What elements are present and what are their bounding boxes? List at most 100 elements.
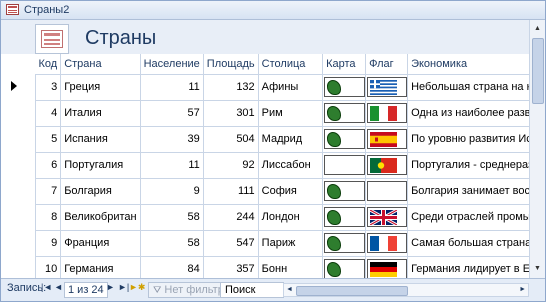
cell-flag[interactable] [365,229,409,257]
cell-country[interactable]: Италия [60,99,141,127]
cell-country[interactable]: Великобритан [60,203,141,231]
table-row[interactable]: 3Греция11132Афины Небольшая страна на юге [34,73,529,101]
cell-capital[interactable]: Лондон [257,203,324,231]
cell-capital[interactable]: Бонн [257,255,324,278]
cell-capital[interactable]: София [257,177,324,205]
cell-code[interactable]: 6 [34,151,62,179]
cell-population[interactable]: 58 [139,229,204,257]
record-position-field[interactable]: 1 из 24 [64,282,108,298]
horizontal-scroll-thumb[interactable] [296,286,408,296]
column-header-capital[interactable]: Столица [258,54,324,74]
cell-map[interactable] [322,177,367,205]
column-header-area[interactable]: Площадь [203,54,259,74]
column-header-code[interactable]: Код [35,54,62,74]
cell-flag[interactable] [365,151,409,179]
france-flag-icon [367,233,407,253]
cell-area[interactable]: 111 [202,177,259,205]
cell-map[interactable] [322,73,367,101]
cell-area[interactable]: 244 [202,203,259,231]
cell-area[interactable]: 547 [202,229,259,257]
column-header-country[interactable]: Страна [60,54,141,74]
scroll-down-icon[interactable]: ▼ [532,262,543,276]
table-row[interactable]: 6 Португалия 11 92 Лиссабон Португалия - сред… [34,151,529,179]
cell-economy[interactable]: Среди отраслей промыш [407,203,529,231]
cell-area[interactable]: 301 [202,99,259,127]
cell-map[interactable] [322,151,367,179]
countries-table: Код Страна Население Площадь Столица Кар… [34,54,529,278]
cell-country[interactable]: Германия [60,255,141,278]
cell-economy[interactable]: Португалия - среднеразв [407,151,529,179]
cell-map[interactable] [322,255,367,278]
cell-code[interactable]: 5 [34,125,62,153]
scroll-thumb[interactable] [532,38,544,104]
cell-population[interactable]: 11 [139,73,204,101]
table-row[interactable]: 8 Великобритан 58 244 Лондон Среди отраслей п… [34,203,529,231]
cell-code[interactable]: 9 [34,229,62,257]
table-row[interactable]: 5Испания39504Мадрид По уровню развития Ис… [34,125,529,153]
horizontal-scrollbar[interactable]: ◄ ► [283,283,529,297]
cell-capital[interactable]: Рим [257,99,324,127]
cell-country[interactable]: Франция [60,229,141,257]
cell-population[interactable]: 11 [139,151,204,179]
cell-country[interactable]: Португалия [60,151,141,179]
column-header-population[interactable]: Население [140,54,204,74]
cell-economy[interactable]: Германия лидирует в Евр [407,255,529,278]
cell-population[interactable]: 9 [139,177,204,205]
cell-economy[interactable]: Самая большая страна За [407,229,529,257]
cell-flag[interactable] [365,73,409,101]
cell-map[interactable] [322,99,367,127]
cell-economy[interactable]: Одна из наиболее разви [407,99,529,127]
cell-flag[interactable] [365,255,409,278]
cell-capital[interactable]: Афины [257,73,324,101]
cell-capital[interactable]: Париж [257,229,324,257]
cell-country[interactable]: Греция [60,73,141,101]
scroll-right-icon[interactable]: ► [519,284,526,296]
cell-code[interactable]: 3 [34,73,62,101]
scroll-up-icon[interactable]: ▲ [532,22,543,36]
cell-code[interactable]: 8 [34,203,62,231]
last-record-icon[interactable]: ►| [118,282,129,292]
column-header-map[interactable]: Карта [322,54,367,74]
cell-flag[interactable] [365,99,409,127]
cell-population[interactable]: 58 [139,203,204,231]
vertical-scrollbar[interactable]: ▲ ▼ [529,20,545,278]
table-row[interactable]: 7 Болгария 9 111 София Болгария занимает вост… [34,177,529,205]
previous-record-icon[interactable]: ◄ [54,282,63,292]
cell-code[interactable]: 7 [34,177,62,205]
first-record-icon[interactable]: |◄ [41,282,52,292]
cell-area[interactable]: 132 [202,73,259,101]
cell-code[interactable]: 4 [34,99,62,127]
column-header-economy[interactable]: Экономика [407,54,529,74]
cell-code[interactable]: 10 [34,255,62,278]
cell-capital[interactable]: Мадрид [257,125,324,153]
cell-map[interactable] [322,229,367,257]
cell-economy[interactable]: Небольшая страна на юге [407,73,529,101]
cell-area[interactable]: 357 [202,255,259,278]
cell-flag[interactable] [365,125,409,153]
cell-capital[interactable]: Лиссабон [257,151,324,179]
table-row[interactable]: 4 Италия 57 301 Рим Одна из наиболее разви [34,99,529,127]
cell-map[interactable] [322,203,367,231]
cell-area[interactable]: 92 [202,151,259,179]
cell-country[interactable]: Испания [60,125,141,153]
column-header-flag[interactable]: Флаг [365,54,409,74]
table-row[interactable]: 9Франция58547Париж Самая большая страна З… [34,229,529,257]
cell-population[interactable]: 39 [139,125,204,153]
cell-flag[interactable] [365,203,409,231]
form-title: Страны [85,27,157,49]
table-row[interactable]: 10 Германия 84 357 Бонн Германия лидирует в Е… [34,255,529,278]
france-map-icon [324,233,365,253]
new-record-icon[interactable]: ►✱ [129,282,145,293]
search-input[interactable]: Поиск [220,282,284,298]
cell-population[interactable]: 84 [139,255,204,278]
cell-economy[interactable]: По уровню развития Испа [407,125,529,153]
title-bar[interactable]: Страны2 [1,1,545,20]
cell-map[interactable] [322,125,367,153]
scroll-left-icon[interactable]: ◄ [286,284,293,296]
cell-country[interactable]: Болгария [60,177,141,205]
cell-economy[interactable]: Болгария занимает восто [407,177,529,205]
next-record-icon[interactable]: ► [106,282,115,292]
cell-flag[interactable] [365,177,409,205]
cell-population[interactable]: 57 [139,99,204,127]
cell-area[interactable]: 504 [202,125,259,153]
